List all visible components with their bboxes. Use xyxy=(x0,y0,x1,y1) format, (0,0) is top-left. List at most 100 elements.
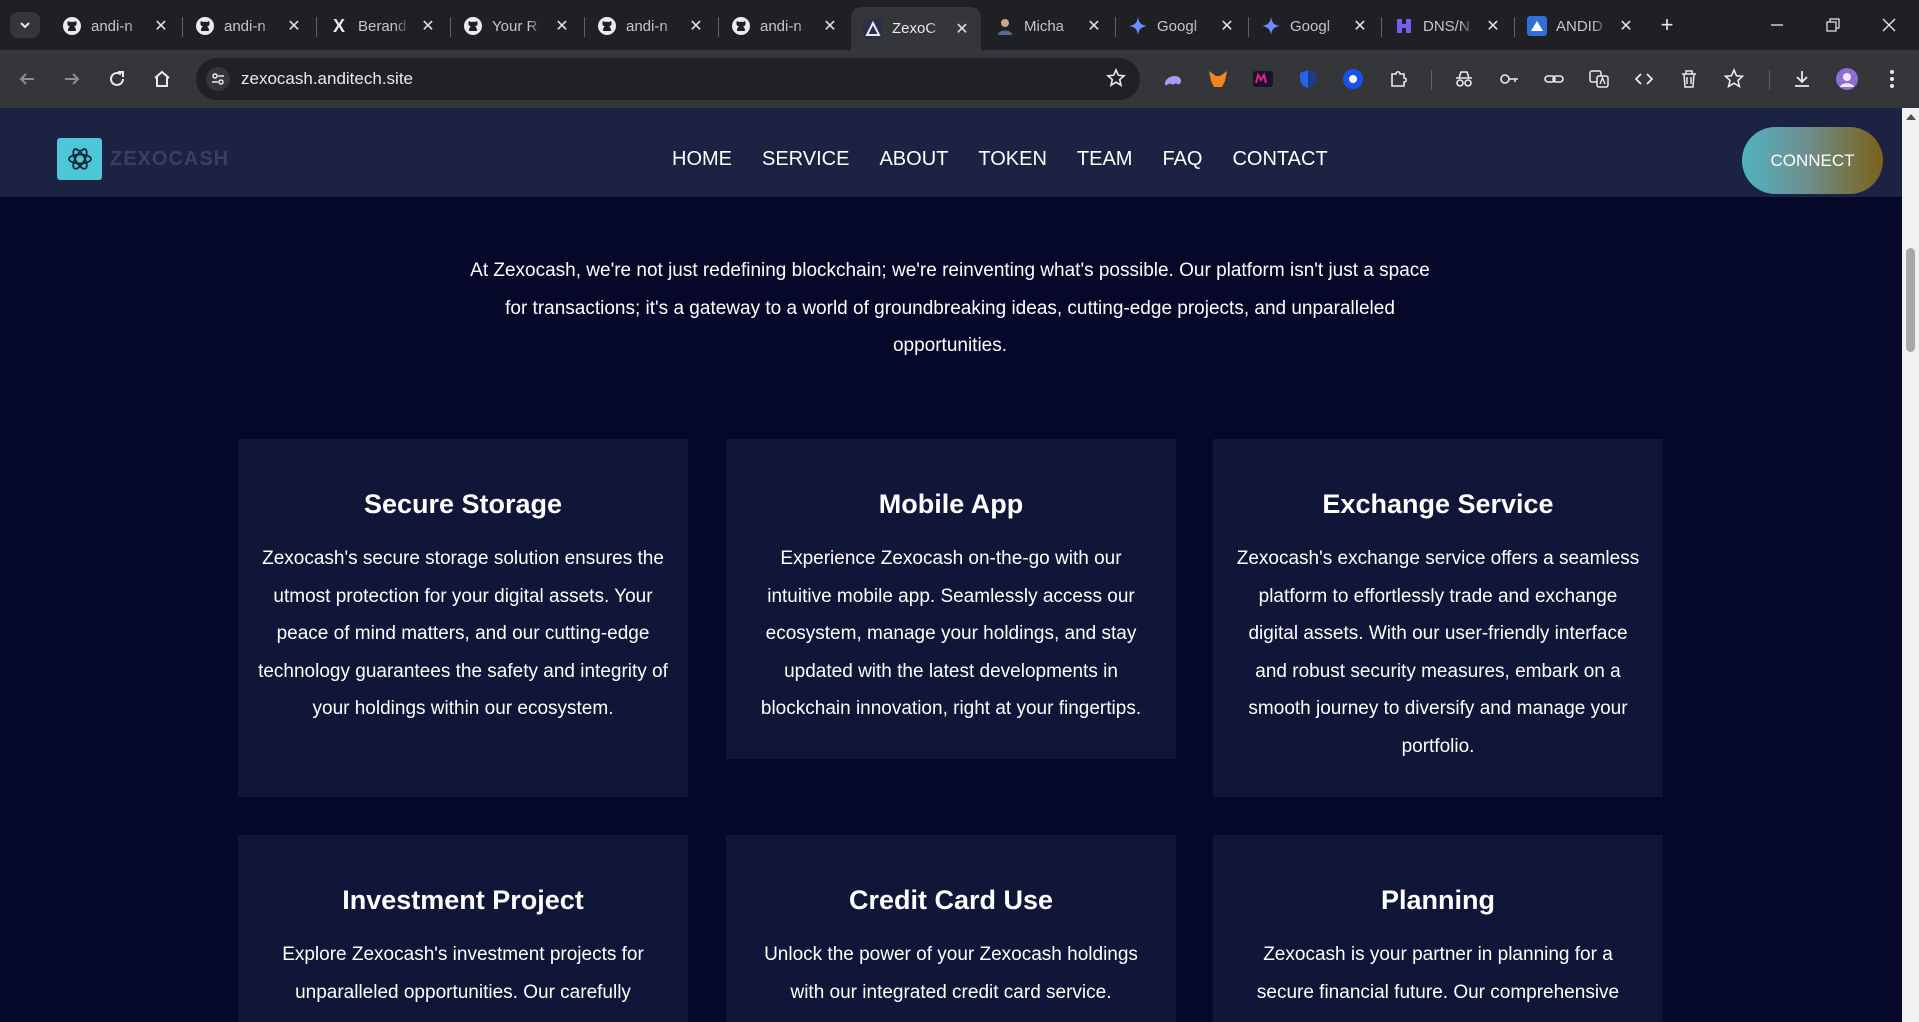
close-icon[interactable]: ✕ xyxy=(1351,17,1369,35)
forward-button[interactable] xyxy=(56,63,88,95)
scroll-up-arrow-icon[interactable] xyxy=(1906,114,1916,120)
browser-tab[interactable]: andi-n ✕ xyxy=(719,7,849,45)
nav-contact[interactable]: CONTACT xyxy=(1232,148,1327,171)
service-card: Planning Zexocash is your partner in pla… xyxy=(1213,835,1663,1022)
close-icon[interactable]: ✕ xyxy=(821,17,839,35)
page-viewport: ZEXOCASH HOME SERVICE ABOUT TOKEN TEAM F… xyxy=(0,108,1902,1022)
browser-tab[interactable]: Googl ✕ xyxy=(1116,7,1246,45)
password-key-icon[interactable] xyxy=(1495,65,1523,93)
nav-service[interactable]: SERVICE xyxy=(762,148,849,171)
close-icon[interactable]: ✕ xyxy=(419,17,437,35)
new-tab-button[interactable]: + xyxy=(1653,12,1681,37)
address-bar[interactable]: zexocash.anditech.site xyxy=(196,58,1140,100)
page-scrollbar[interactable] xyxy=(1902,108,1919,1022)
nav-token[interactable]: TOKEN xyxy=(978,148,1047,171)
scrollbar-thumb[interactable] xyxy=(1906,248,1915,352)
code-icon[interactable] xyxy=(1630,65,1658,93)
url-text[interactable]: zexocash.anditech.site xyxy=(241,69,413,89)
browser-tab[interactable]: andi-n ✕ xyxy=(585,7,715,45)
close-icon[interactable]: ✕ xyxy=(1085,17,1103,35)
close-icon[interactable]: ✕ xyxy=(1617,17,1635,35)
tab-title: Berand xyxy=(358,17,407,35)
restore-button[interactable] xyxy=(1805,0,1861,50)
browser-toolbar: zexocash.anditech.site xyxy=(0,50,1919,108)
close-icon[interactable]: ✕ xyxy=(953,20,971,38)
close-icon[interactable]: ✕ xyxy=(1484,17,1502,35)
link-icon[interactable] xyxy=(1540,65,1568,93)
tab-title: ZexoC xyxy=(892,20,937,37)
nav-faq[interactable]: FAQ xyxy=(1162,148,1202,171)
bookmarks-star-icon[interactable] xyxy=(1720,65,1748,93)
extension-shield-icon[interactable] xyxy=(1294,65,1322,93)
card-text: Explore Zexocash's investment projects f… xyxy=(282,944,644,1003)
extension-metamask-icon[interactable] xyxy=(1204,65,1232,93)
main-nav: HOME SERVICE ABOUT TOKEN TEAM FAQ CONTAC… xyxy=(672,148,1328,171)
andid-icon xyxy=(1527,16,1547,36)
site-logo[interactable]: ZEXOCASH xyxy=(57,138,229,180)
github-icon xyxy=(597,16,617,36)
translate-icon[interactable] xyxy=(1585,65,1613,93)
extension-magiceden-icon[interactable] xyxy=(1249,65,1277,93)
incognito-icon[interactable] xyxy=(1450,65,1478,93)
card-title: Credit Card Use xyxy=(848,885,1054,915)
card-title: Investment Project xyxy=(342,885,584,915)
service-card: Secure Storage Zexocash's secure storage… xyxy=(238,439,688,797)
browser-tab[interactable]: ANDID ✕ xyxy=(1515,7,1645,45)
browser-tab[interactable]: andi-n ✕ xyxy=(183,7,313,45)
tab-search-button[interactable] xyxy=(10,12,40,38)
github-icon xyxy=(463,16,483,36)
tab-title: andi-n xyxy=(224,17,266,35)
back-button[interactable] xyxy=(11,63,43,95)
avatar-icon xyxy=(995,16,1015,36)
toolbar-separator xyxy=(1431,70,1432,90)
browser-tab-active[interactable]: ZexoC ✕ xyxy=(851,7,981,50)
gemini-icon xyxy=(1261,16,1281,36)
close-window-button[interactable] xyxy=(1861,0,1917,50)
card-title: Secure Storage xyxy=(363,489,563,519)
nav-home[interactable]: HOME xyxy=(672,148,732,171)
profile-avatar[interactable] xyxy=(1833,65,1861,93)
card-title: Planning xyxy=(1381,885,1495,915)
tab-strip: andi-n ✕ andi-n ✕ X Berand ✕ Your R ✕ an… xyxy=(0,0,1919,50)
extension-ghost-icon[interactable] xyxy=(1159,65,1187,93)
close-icon[interactable]: ✕ xyxy=(1218,17,1236,35)
restore-icon xyxy=(1826,18,1840,32)
tab-title: Googl xyxy=(1290,17,1331,35)
browser-tab[interactable]: DNS/N ✕ xyxy=(1382,7,1512,45)
close-icon[interactable]: ✕ xyxy=(687,17,705,35)
close-icon[interactable]: ✕ xyxy=(285,17,303,35)
tab-title: andi-n xyxy=(760,17,802,35)
browser-tab[interactable]: andi-n ✕ xyxy=(50,7,180,45)
trash-icon[interactable] xyxy=(1675,65,1703,93)
browser-tab[interactable]: Your R ✕ xyxy=(451,7,581,45)
site-info-icon[interactable] xyxy=(206,67,230,91)
browser-tab[interactable]: X Berand ✕ xyxy=(317,7,447,45)
browser-menu-icon[interactable] xyxy=(1878,65,1906,93)
connect-button[interactable]: CONNECT xyxy=(1742,127,1883,194)
service-card: Mobile App Experience Zexocash on-the-go… xyxy=(726,439,1176,759)
bookmark-star-icon[interactable] xyxy=(1106,68,1126,93)
github-icon xyxy=(195,16,215,36)
card-text: Zexocash's exchange service offers a sea… xyxy=(1236,548,1640,757)
browser-tab[interactable]: Micha ✕ xyxy=(983,7,1113,45)
close-icon[interactable]: ✕ xyxy=(152,17,170,35)
logo-text: ZEXOCASH xyxy=(110,147,230,170)
close-icon[interactable]: ✕ xyxy=(553,17,571,35)
browser-tab[interactable]: Googl ✕ xyxy=(1249,7,1379,45)
card-text: Zexocash's secure storage solution ensur… xyxy=(258,548,668,719)
tab-title: Your R xyxy=(492,17,538,35)
home-button[interactable] xyxy=(146,63,178,95)
minimize-button[interactable] xyxy=(1749,0,1805,50)
home-icon xyxy=(154,70,170,87)
extensions-puzzle-icon[interactable] xyxy=(1384,65,1412,93)
atom-logo-icon xyxy=(57,138,102,180)
card-title: Mobile App xyxy=(878,489,1024,519)
nav-team[interactable]: TEAM xyxy=(1077,148,1133,171)
nav-about[interactable]: ABOUT xyxy=(879,148,948,171)
service-card: Exchange Service Zexocash's exchange ser… xyxy=(1213,439,1663,797)
zexocash-icon xyxy=(863,18,883,39)
service-card: Investment Project Explore Zexocash's in… xyxy=(238,835,688,1022)
download-icon[interactable] xyxy=(1788,65,1816,93)
reload-button[interactable] xyxy=(101,63,133,95)
extension-coinbase-icon[interactable] xyxy=(1339,65,1367,93)
